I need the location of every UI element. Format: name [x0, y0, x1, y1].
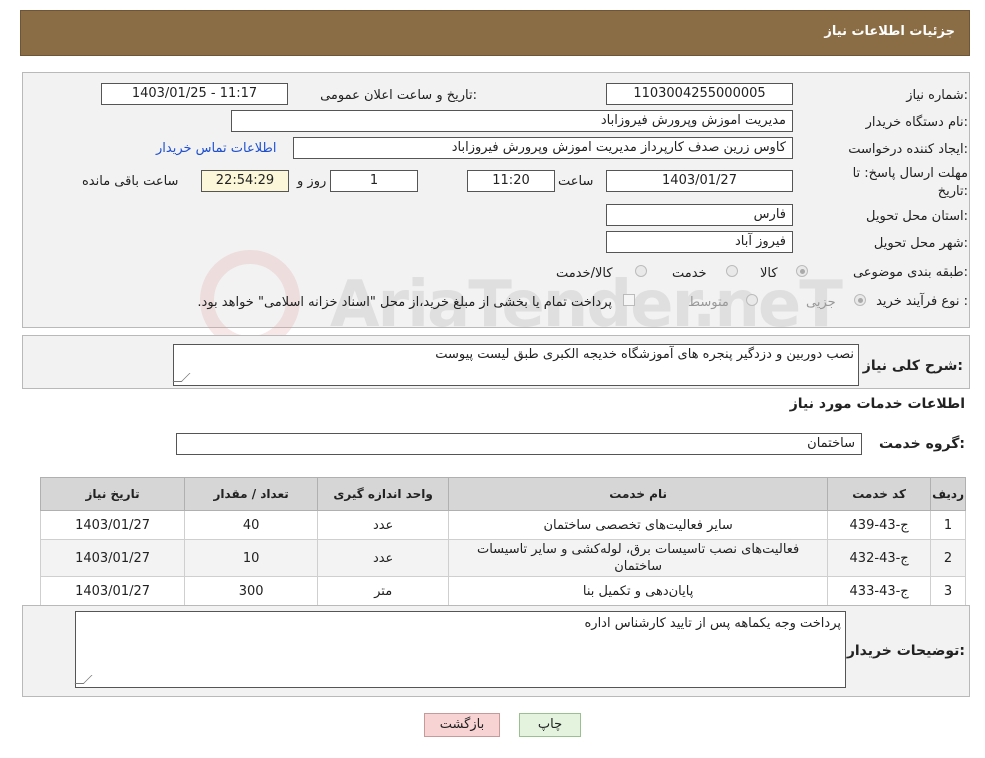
service-date: 1403/01/27: [39, 576, 186, 606]
service-code: ج-43-432: [827, 539, 932, 577]
page-title: جزئیات اطلاعات نیاز: [824, 24, 955, 39]
purchase-minor-label: جزیی: [806, 295, 836, 310]
category-service-label: خدمت: [672, 266, 707, 281]
province-field: فارس: [606, 204, 793, 226]
service-unit: متر: [317, 576, 450, 606]
buyer-org-label: نام دستگاه خریدار:: [865, 115, 968, 130]
deadline-label-date: تاریخ:: [937, 184, 968, 199]
need-number-label: شماره نیاز:: [906, 88, 968, 103]
days-field: 1: [330, 170, 418, 192]
announce-label: تاریخ و ساعت اعلان عمومی:: [320, 88, 477, 103]
print-button[interactable]: چاپ: [519, 713, 581, 737]
row-index: 2: [930, 539, 966, 577]
buyer-notes-text: پرداخت وجه یکماهه پس از تایید کارشناس اد…: [584, 616, 841, 631]
treasury-docs-note: پرداخت تمام یا بخشی از مبلغ خرید،از محل …: [197, 295, 612, 310]
category-goods-service-radio[interactable]: [635, 265, 647, 277]
services-table: ردیف کد خدمت نام خدمت واحد اندازه گیری ت…: [39, 477, 966, 606]
category-goods-label: کالا: [760, 266, 778, 281]
buyer-org-field: مدیریت اموزش وپرورش فیروزاباد: [231, 110, 793, 132]
service-qty: 300: [184, 576, 319, 606]
col-date-header: تاریخ نیاز: [39, 477, 186, 511]
category-service-radio[interactable]: [726, 265, 738, 277]
purchase-minor-radio[interactable]: [854, 294, 866, 306]
col-qty-header: تعداد / مقدار: [184, 477, 319, 511]
row-index: 1: [930, 510, 966, 540]
back-button[interactable]: بازگشت: [424, 713, 500, 737]
deadline-date-field: 1403/01/27: [606, 170, 793, 192]
deadline-label: مهلت ارسال پاسخ: تا: [852, 166, 968, 181]
remaining-time-field: 22:54:29: [201, 170, 289, 192]
service-qty: 10: [184, 539, 319, 577]
service-name: فعالیت‌های نصب تاسیسات برق، لوله‌کشی و س…: [448, 539, 829, 577]
col-unit-header: واحد اندازه گیری: [317, 477, 450, 511]
category-label: طبقه بندی موضوعی:: [852, 265, 968, 280]
city-field: فیروز آباد: [606, 231, 793, 253]
service-date: 1403/01/27: [39, 539, 186, 577]
deadline-time-label: ساعت: [558, 174, 594, 189]
service-date: 1403/01/27: [39, 510, 186, 540]
service-unit: عدد: [317, 510, 450, 540]
announce-datetime-field: 1403/01/25 - 11:17: [101, 83, 288, 105]
days-label: روز و: [297, 174, 327, 189]
buyer-notes-label: توضیحات خریدار:: [846, 643, 965, 659]
service-name: سایر فعالیت‌های تخصصی ساختمان: [448, 510, 829, 540]
page-header: جزئیات اطلاعات نیاز: [20, 10, 970, 56]
treasury-docs-checkbox[interactable]: [623, 294, 635, 306]
buyer-notes-textarea[interactable]: پرداخت وجه یکماهه پس از تایید کارشناس اد…: [74, 611, 846, 688]
col-name-header: نام خدمت: [448, 477, 829, 511]
col-code-header: کد خدمت: [827, 477, 932, 511]
buyer-contact-link[interactable]: اطلاعات تماس خریدار: [156, 141, 276, 156]
service-qty: 40: [184, 510, 319, 540]
service-unit: عدد: [317, 539, 450, 577]
service-code: ج-43-439: [827, 510, 932, 540]
table-row: 1 ج-43-439 سایر فعالیت‌های تخصصی ساختمان…: [39, 510, 966, 540]
service-name: پایان‌دهی و تکمیل بنا: [448, 576, 829, 606]
city-label: شهر محل تحویل:: [873, 236, 968, 251]
purchase-type-label: نوع فرآیند خرید :: [876, 294, 968, 309]
summary-label: شرح کلی نیاز:: [862, 358, 963, 374]
creator-label: ایجاد کننده درخواست:: [848, 142, 968, 157]
resize-handle-icon[interactable]: [74, 675, 93, 684]
table-header-row: ردیف کد خدمت نام خدمت واحد اندازه گیری ت…: [39, 477, 966, 511]
category-goods-service-label: کالا/خدمت: [556, 266, 613, 281]
service-group-field: ساختمان: [176, 433, 862, 455]
remaining-label: ساعت باقی مانده: [82, 174, 179, 189]
purchase-medium-radio[interactable]: [746, 294, 758, 306]
summary-textarea[interactable]: نصب دوربین و دزدگیر پنجره های آموزشگاه خ…: [172, 344, 859, 386]
need-number-field: 1103004255000005: [606, 83, 793, 105]
service-code: ج-43-433: [827, 576, 932, 606]
province-label: استان محل تحویل:: [866, 209, 968, 224]
purchase-medium-label: متوسط: [688, 295, 729, 310]
table-row: 3 ج-43-433 پایان‌دهی و تکمیل بنا متر 300…: [39, 576, 966, 606]
services-section-title: اطلاعات خدمات مورد نیاز: [789, 396, 965, 412]
summary-text: نصب دوربین و دزدگیر پنجره های آموزشگاه خ…: [435, 347, 854, 362]
col-row-header: ردیف: [930, 477, 966, 511]
category-goods-radio[interactable]: [796, 265, 808, 277]
resize-handle-icon[interactable]: [172, 373, 191, 382]
row-index: 3: [930, 576, 966, 606]
deadline-time-field: 11:20: [467, 170, 555, 192]
service-group-label: گروه خدمت:: [879, 436, 965, 452]
creator-field: کاوس زرین صدف کارپرداز مدیریت اموزش وپرو…: [293, 137, 793, 159]
table-row: 2 ج-43-432 فعالیت‌های نصب تاسیسات برق، ل…: [39, 539, 966, 577]
